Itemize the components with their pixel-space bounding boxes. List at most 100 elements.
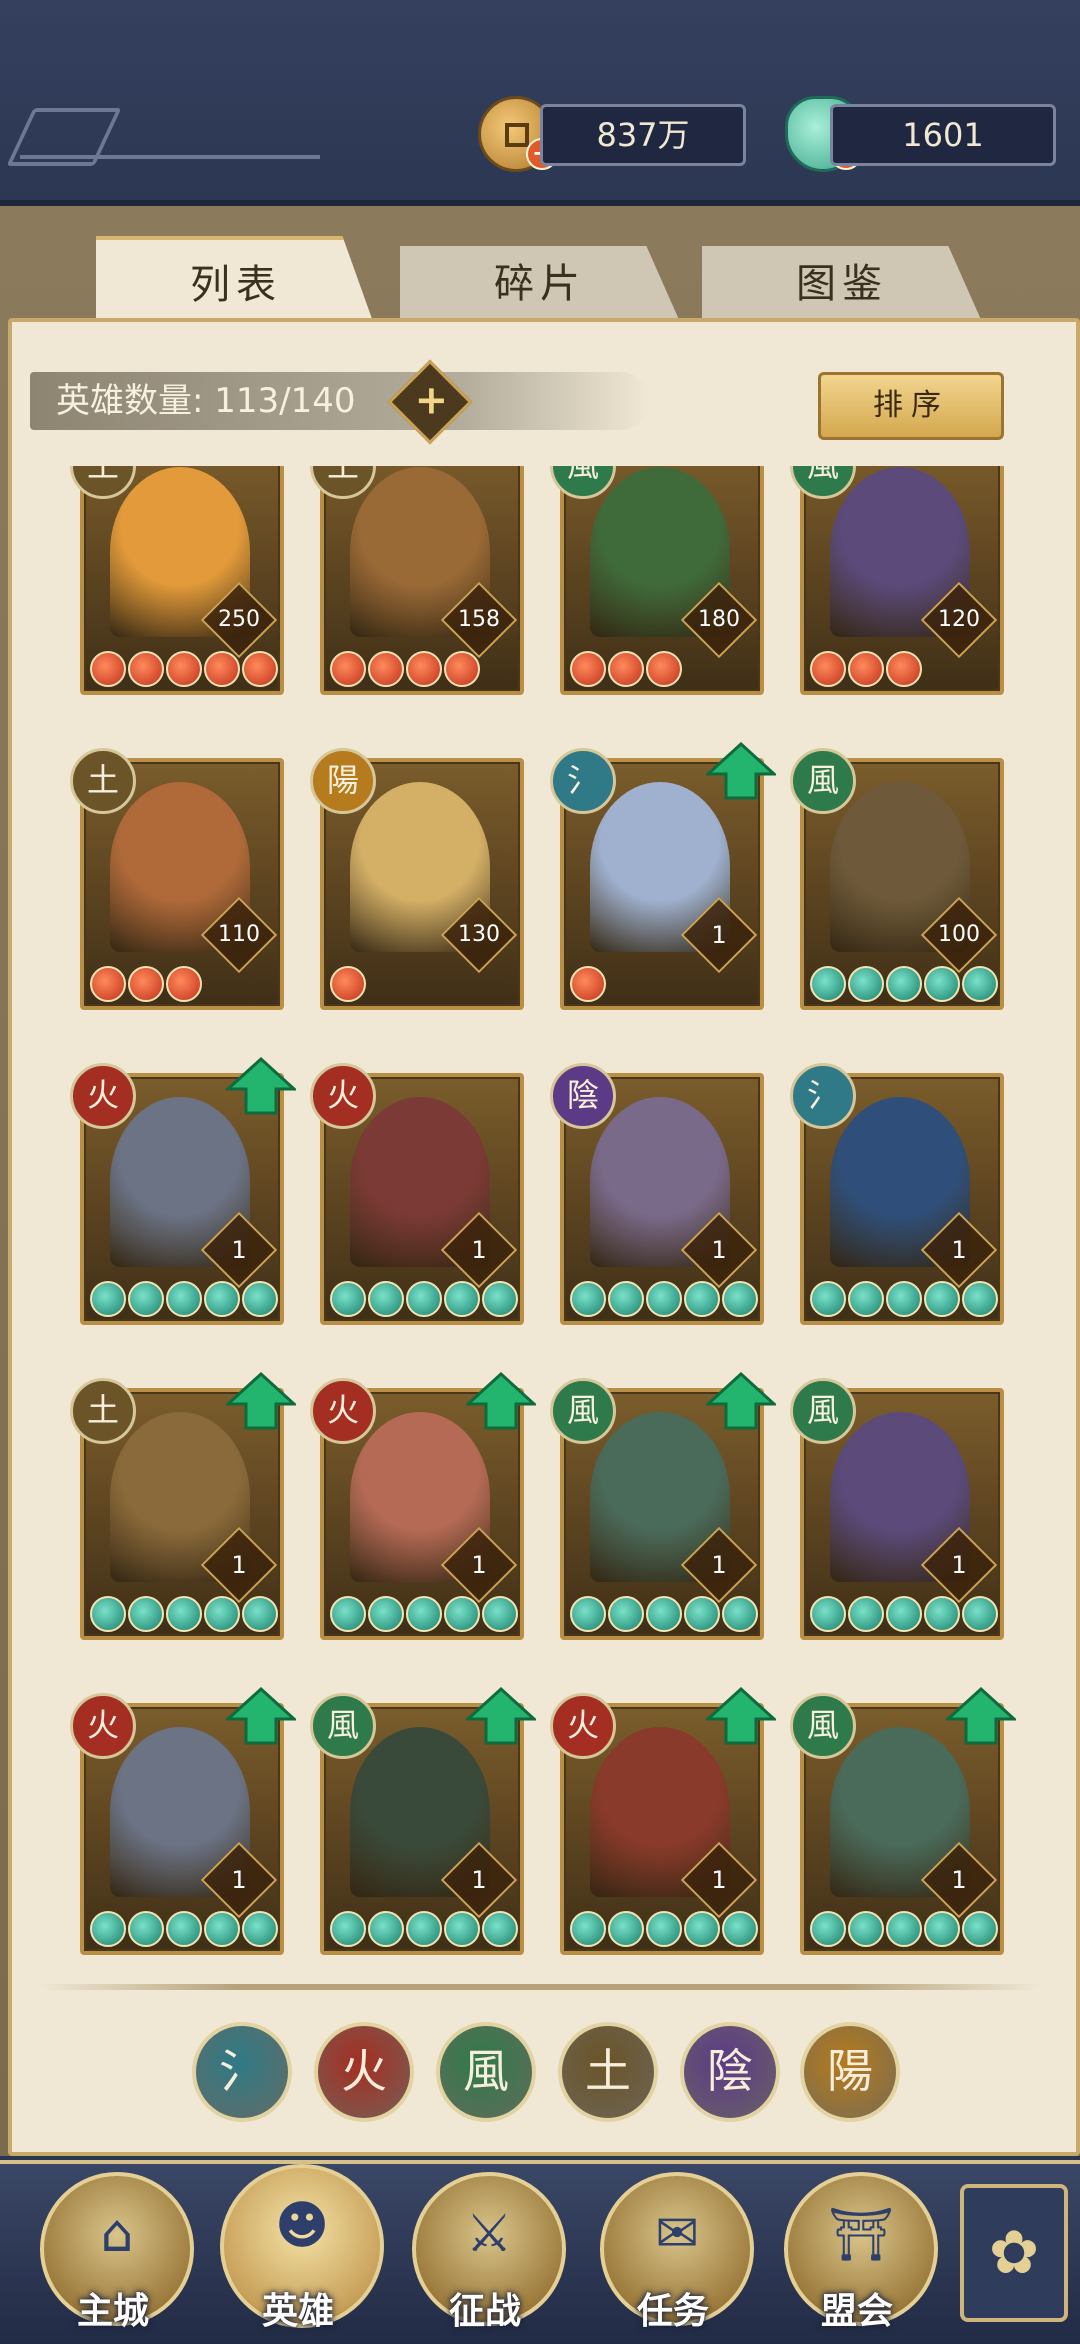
plus-icon: + — [414, 377, 449, 424]
star-rating — [570, 1911, 758, 1947]
nav-label: 征战 — [448, 2291, 521, 2332]
star-orb-icon — [242, 1596, 278, 1632]
element-badge-icon: 風 — [790, 1693, 856, 1759]
star-orb-icon — [646, 1911, 682, 1947]
element-badge-icon: 風 — [550, 466, 616, 499]
hero-card[interactable]: 氵1 — [550, 742, 776, 1010]
star-rating — [570, 966, 606, 1002]
hero-card[interactable]: 土1 — [70, 1372, 296, 1640]
hero-level: 130 — [458, 922, 500, 947]
star-rating — [90, 1596, 278, 1632]
element-filter-button[interactable]: 風 — [436, 2022, 536, 2122]
star-orb-icon — [722, 1281, 758, 1317]
hero-card[interactable]: 土 250 — [70, 466, 284, 695]
star-orb-icon — [330, 651, 366, 687]
hero-card[interactable]: 火1 — [70, 1687, 296, 1955]
hero-level: 100 — [938, 922, 980, 947]
element-badge-icon: 土 — [70, 1378, 136, 1444]
star-orb-icon — [242, 651, 278, 687]
hero-card[interactable]: 風 120 — [790, 466, 1004, 695]
star-orb-icon — [90, 1911, 126, 1947]
hero-level: 1 — [711, 1551, 727, 1579]
star-orb-icon — [608, 1281, 644, 1317]
hero-card[interactable]: 風1 — [790, 1378, 1004, 1640]
star-rating — [810, 1911, 998, 1947]
hero-level: 1 — [231, 1551, 247, 1579]
hero-card[interactable]: 土 158 — [310, 466, 524, 695]
upgrade-arrow-icon — [466, 1372, 536, 1430]
star-orb-icon — [646, 651, 682, 687]
hero-card[interactable]: 火1 — [70, 1057, 296, 1325]
star-orb-icon — [848, 1911, 884, 1947]
element-filter-button[interactable]: 土 — [558, 2022, 658, 2122]
hero-level: 1 — [951, 1236, 967, 1264]
hero-level: 1 — [231, 1866, 247, 1894]
star-orb-icon — [848, 1596, 884, 1632]
element-badge-icon: 土 — [310, 466, 376, 499]
star-orb-icon — [646, 1281, 682, 1317]
tab-list[interactable]: 列表 — [96, 236, 376, 330]
star-orb-icon — [90, 1281, 126, 1317]
star-orb-icon — [330, 1281, 366, 1317]
element-badge-icon: 火 — [310, 1378, 376, 1444]
element-filter-button[interactable]: 陽 — [800, 2022, 900, 2122]
element-badge-icon: 風 — [550, 1378, 616, 1444]
star-orb-icon — [962, 1281, 998, 1317]
hero-card[interactable]: 風1 — [790, 1687, 1016, 1955]
hero-card[interactable]: 氵1 — [790, 1063, 1004, 1325]
star-orb-icon — [128, 651, 164, 687]
element-badge-icon: 陰 — [550, 1063, 616, 1129]
star-orb-icon — [128, 966, 164, 1002]
star-orb-icon — [204, 651, 240, 687]
upgrade-arrow-icon — [226, 1687, 296, 1745]
star-orb-icon — [204, 1911, 240, 1947]
upgrade-arrow-icon — [226, 1372, 296, 1430]
element-badge-icon: 火 — [310, 1063, 376, 1129]
star-orb-icon — [406, 1596, 442, 1632]
upgrade-arrow-icon — [946, 1687, 1016, 1745]
hero-level: 158 — [458, 607, 500, 632]
element-badge-icon: 風 — [790, 466, 856, 499]
hero-level: 1 — [711, 1866, 727, 1894]
star-orb-icon — [444, 1596, 480, 1632]
coin-amount: 837万 — [540, 104, 746, 166]
star-rating — [570, 1596, 758, 1632]
star-orb-icon — [444, 1281, 480, 1317]
element-filter-button[interactable]: 火 — [314, 2022, 414, 2122]
star-orb-icon — [810, 1911, 846, 1947]
hero-card[interactable]: 陰1 — [550, 1063, 764, 1325]
hero-card[interactable]: 風1 — [310, 1687, 536, 1955]
upgrade-arrow-icon — [226, 1057, 296, 1115]
star-orb-icon — [722, 1911, 758, 1947]
star-orb-icon — [810, 1596, 846, 1632]
element-badge-icon: 風 — [790, 1378, 856, 1444]
star-orb-icon — [242, 1281, 278, 1317]
star-orb-icon — [570, 651, 606, 687]
divider — [40, 1984, 1040, 1990]
hero-level: 1 — [471, 1551, 487, 1579]
element-badge-icon: 風 — [310, 1693, 376, 1759]
tab-codex[interactable]: 图鉴 — [702, 246, 982, 322]
hero-card[interactable]: 土 110 — [70, 748, 284, 1010]
guild-icon: ⛩ — [827, 2205, 894, 2265]
jade-amount: 1601 — [830, 104, 1056, 166]
tab-fragments[interactable]: 碎片 — [400, 246, 680, 322]
menu-button[interactable]: ✿ — [960, 2184, 1068, 2322]
star-rating — [330, 966, 366, 1002]
flower-menu-icon: ✿ — [988, 2218, 1040, 2288]
hero-card[interactable]: 火1 — [550, 1687, 776, 1955]
element-filter-button[interactable]: 氵 — [192, 2022, 292, 2122]
star-orb-icon — [570, 966, 606, 1002]
hero-card[interactable]: 風 100 — [790, 748, 1004, 1010]
hero-card[interactable]: 陽 130 — [310, 748, 524, 1010]
hero-card[interactable]: 風1 — [550, 1372, 776, 1640]
element-filter-button[interactable]: 陰 — [680, 2022, 780, 2122]
element-badge-icon: 火 — [70, 1693, 136, 1759]
hero-card[interactable]: 火1 — [310, 1372, 536, 1640]
hero-card[interactable]: 火1 — [310, 1063, 524, 1325]
hero-card[interactable]: 風 180 — [550, 466, 764, 695]
sort-button[interactable]: 排序 — [818, 372, 1004, 440]
star-orb-icon — [848, 1281, 884, 1317]
top-bar: + 837万 + 1601 — [0, 0, 1080, 206]
star-orb-icon — [570, 1911, 606, 1947]
